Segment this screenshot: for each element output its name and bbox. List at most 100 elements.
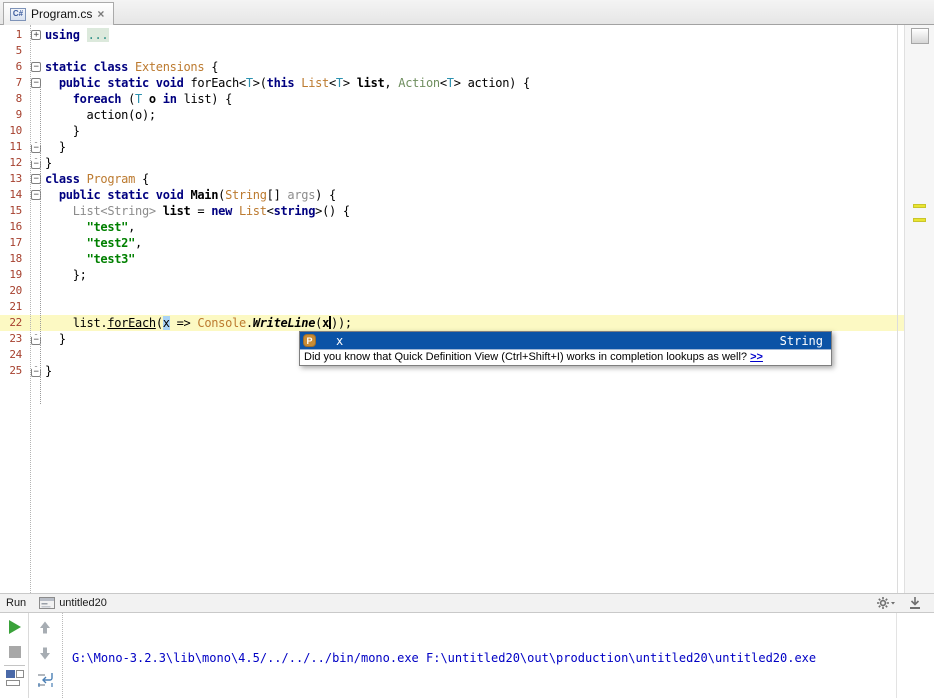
completion-popup: P x String Did you know that Quick Defin… xyxy=(299,331,832,366)
line-number[interactable]: 11 xyxy=(0,139,28,155)
code-token: forEach xyxy=(107,316,156,330)
code-line-10[interactable]: 10 } xyxy=(0,123,904,139)
code-text: } xyxy=(45,139,904,155)
code-line-15[interactable]: 15 List<String> list = new List<string>(… xyxy=(0,203,904,219)
code-line-19[interactable]: 19 }; xyxy=(0,267,904,283)
completion-item-selected[interactable]: P x String xyxy=(300,332,831,349)
gutter-separator xyxy=(30,25,31,593)
code-line-12[interactable]: 12−} xyxy=(0,155,904,171)
fold-plus-icon[interactable]: + xyxy=(31,30,41,40)
code-line-20[interactable]: 20 xyxy=(0,283,904,299)
up-stack-trace-icon[interactable] xyxy=(38,620,52,635)
code-token: Console xyxy=(197,316,246,330)
code-token: static class xyxy=(45,60,136,74)
line-number[interactable]: 24 xyxy=(0,347,28,363)
run-button[interactable] xyxy=(9,620,21,634)
code-token: , xyxy=(384,76,399,90)
code-line-18[interactable]: 18 "test3" xyxy=(0,251,904,267)
run-console[interactable]: G:\Mono-3.2.3\lib\mono\4.5/../../../bin/… xyxy=(0,613,934,698)
stripe-warning-mark[interactable] xyxy=(913,204,926,208)
tab-label: Program.cs xyxy=(31,7,93,21)
code-token: "test" xyxy=(86,220,129,234)
line-number[interactable]: 23 xyxy=(0,331,28,347)
code-token: List xyxy=(301,76,329,90)
stop-button[interactable] xyxy=(9,646,21,658)
run-tab-untitled20[interactable]: untitled20 xyxy=(36,596,113,610)
code-line-7[interactable]: 7− public static void forEach<T>(this Li… xyxy=(0,75,904,91)
line-number[interactable]: 17 xyxy=(0,235,28,251)
code-token: "test3" xyxy=(86,252,136,266)
ide-window: C# Program.cs × 1 + using ... 5 6− static cla… xyxy=(0,0,934,698)
line-number[interactable]: 21 xyxy=(0,299,28,315)
code-text: public static void Main(String[] args) { xyxy=(45,187,904,203)
code-token: List xyxy=(238,204,267,218)
hide-panel-icon[interactable] xyxy=(908,596,922,610)
code-text: foreach (T o in list) { xyxy=(45,91,904,107)
code-text: "test2", xyxy=(45,235,904,251)
code-line-5[interactable]: 5 xyxy=(0,43,904,59)
scrollbar-thumb[interactable] xyxy=(911,28,929,44)
line-number[interactable]: 10 xyxy=(0,123,28,139)
code-text: public static void forEach<T>(this List<… xyxy=(45,75,904,91)
line-number[interactable]: 8 xyxy=(0,91,28,107)
code-token: class xyxy=(45,172,87,186)
line-number[interactable]: 5 xyxy=(0,43,28,59)
line-number[interactable]: 1 xyxy=(0,27,28,43)
code-token: < xyxy=(439,76,447,90)
console-scrollbar-track[interactable] xyxy=(896,613,897,698)
code-token: ) { xyxy=(315,188,336,202)
restore-layout-icon[interactable] xyxy=(6,670,24,686)
line-number[interactable]: 14 xyxy=(0,187,28,203)
code-line-13[interactable]: 13− class Program { xyxy=(0,171,904,187)
code-line-8[interactable]: 8 foreach (T o in list) { xyxy=(0,91,904,107)
line-number[interactable]: 15 xyxy=(0,203,28,219)
code-line-22[interactable]: 22 list.forEach(x => Console.WriteLine(x… xyxy=(0,315,904,331)
run-panel-header: Run untitled20 xyxy=(0,593,934,613)
hint-more-link[interactable]: >> xyxy=(750,351,763,363)
editor-tab-bar: C# Program.cs × xyxy=(0,0,934,25)
line-number[interactable]: 13 xyxy=(0,171,28,187)
settings-gear-icon[interactable] xyxy=(876,596,896,610)
code-line-14[interactable]: 14− public static void Main(String[] arg… xyxy=(0,187,904,203)
code-line-21[interactable]: 21 xyxy=(0,299,904,315)
code-line-1[interactable]: 1 + using ... xyxy=(0,27,904,43)
code-token: = xyxy=(190,204,212,218)
close-tab-icon[interactable]: × xyxy=(97,8,104,20)
code-token: list. xyxy=(45,316,108,330)
down-stack-trace-icon[interactable] xyxy=(38,646,52,661)
code-line-9[interactable]: 9 action(o); xyxy=(0,107,904,123)
code-token: T xyxy=(335,76,343,90)
line-number[interactable]: 22 xyxy=(0,315,28,331)
code-token: )); xyxy=(331,316,352,330)
line-number[interactable]: 25 xyxy=(0,363,28,379)
soft-wrap-icon[interactable] xyxy=(37,672,54,688)
code-line-11[interactable]: 11− } xyxy=(0,139,904,155)
line-number[interactable]: 6 xyxy=(0,59,28,75)
editor-scrollbar[interactable] xyxy=(904,25,934,593)
fold-minus-icon[interactable]: − xyxy=(31,62,41,72)
code-editor[interactable]: 1 + using ... 5 6− static class Extensions {7… xyxy=(0,25,904,593)
line-number[interactable]: 9 xyxy=(0,107,28,123)
code-token: List<String> xyxy=(72,204,156,218)
line-number[interactable]: 12 xyxy=(0,155,28,171)
stripe-warning-mark[interactable] xyxy=(913,218,926,222)
console-command-line: G:\Mono-3.2.3\lib\mono\4.5/../../../bin/… xyxy=(72,651,817,665)
code-token: list xyxy=(162,204,191,218)
code-line-17[interactable]: 17 "test2", xyxy=(0,235,904,251)
code-token: ... xyxy=(86,28,110,42)
code-line-16[interactable]: 16 "test", xyxy=(0,219,904,235)
code-line-6[interactable]: 6− static class Extensions { xyxy=(0,59,904,75)
run-toolbar xyxy=(0,613,29,698)
code-token: { xyxy=(204,60,219,74)
line-number[interactable]: 16 xyxy=(0,219,28,235)
code-token: < xyxy=(328,76,336,90)
line-number[interactable]: 20 xyxy=(0,283,28,299)
line-number[interactable]: 18 xyxy=(0,251,28,267)
tab-program-cs[interactable]: C# Program.cs × xyxy=(3,2,115,25)
line-number[interactable]: 7 xyxy=(0,75,28,91)
code-token: >() { xyxy=(315,204,350,218)
line-number[interactable]: 19 xyxy=(0,267,28,283)
